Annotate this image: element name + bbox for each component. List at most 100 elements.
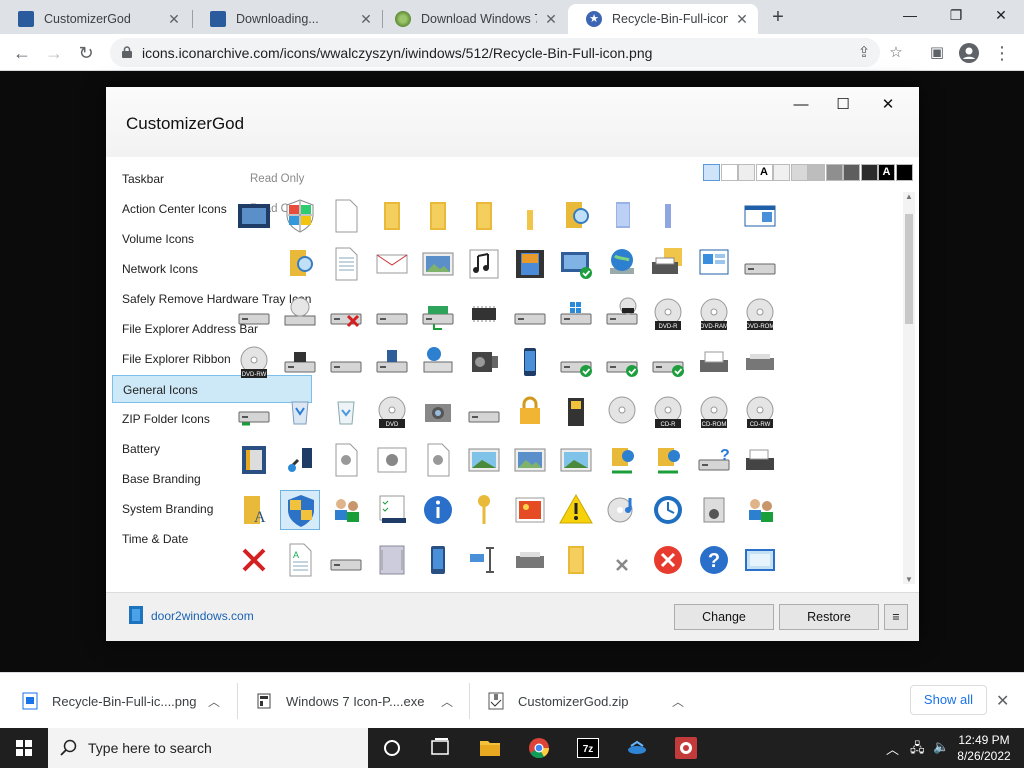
- close-tab-icon[interactable]: ✕: [166, 11, 182, 28]
- printer-folder-icon[interactable]: [648, 244, 688, 284]
- bookmark-star-icon[interactable]: ☆: [886, 43, 906, 63]
- clock-icon[interactable]: [648, 490, 688, 530]
- help-circle-icon[interactable]: ?: [694, 540, 734, 580]
- error-circle-icon[interactable]: [648, 540, 688, 580]
- memory-card-icon[interactable]: [556, 392, 596, 432]
- search-folder-icon[interactable]: [280, 244, 320, 284]
- background-swatch[interactable]: [773, 164, 790, 181]
- minimize-window-icon[interactable]: —: [887, 0, 933, 30]
- floppy-drive-icon[interactable]: [280, 342, 320, 382]
- cd-icon[interactable]: [602, 392, 642, 432]
- control-panel-icon[interactable]: [694, 244, 734, 284]
- close-small-icon[interactable]: [602, 540, 642, 580]
- cursor-tool-icon[interactable]: [464, 540, 504, 580]
- background-swatch[interactable]: [860, 164, 878, 181]
- scrollbar-thumb[interactable]: [905, 214, 913, 324]
- dvd-drive-icon[interactable]: [602, 294, 642, 334]
- tab-recycle-bin-icon[interactable]: ★ Recycle-Bin-Full-icon.p ✕: [568, 4, 758, 34]
- settings-page-icon[interactable]: [326, 440, 366, 480]
- chevron-up-icon[interactable]: ︿: [441, 693, 453, 710]
- drive-check-icon[interactable]: [602, 342, 642, 382]
- picture-icon[interactable]: [418, 244, 458, 284]
- app-fish-icon[interactable]: [613, 728, 661, 768]
- chevron-up-icon[interactable]: ︿: [672, 693, 684, 710]
- tab-download-windows-7[interactable]: Download Windows 7 ✕: [377, 4, 567, 34]
- text-document-icon[interactable]: [326, 244, 366, 284]
- app-maximize-icon[interactable]: ☐: [828, 93, 858, 117]
- music-cd-icon[interactable]: [602, 490, 642, 530]
- users-icon[interactable]: [740, 490, 780, 530]
- windows-start-icon[interactable]: [0, 728, 48, 768]
- settings-page-icon[interactable]: [418, 440, 458, 480]
- error-x-icon[interactable]: [234, 540, 274, 580]
- book-icon[interactable]: [234, 440, 274, 480]
- photo-icon[interactable]: [510, 490, 550, 530]
- dvd-rw-icon[interactable]: DVD-RW: [234, 342, 274, 382]
- 7zip-icon[interactable]: 7z: [564, 728, 612, 768]
- close-tab-icon[interactable]: ✕: [734, 11, 750, 28]
- camera-icon[interactable]: [418, 392, 458, 432]
- network-folder-icon[interactable]: [602, 196, 642, 236]
- chrome-icon[interactable]: [515, 728, 563, 768]
- omnibox[interactable]: icons.iconarchive.com/icons/wwalczyszyn/…: [110, 38, 903, 67]
- profile-avatar-icon[interactable]: [955, 39, 983, 67]
- warning-icon[interactable]: [556, 490, 596, 530]
- recycle-bin-full-icon[interactable]: [280, 392, 320, 432]
- dvd-disc-icon[interactable]: DVD: [372, 392, 412, 432]
- network-icon[interactable]: 🖧: [910, 739, 925, 761]
- checklist-icon[interactable]: [372, 490, 412, 530]
- drive-icon[interactable]: [740, 244, 780, 284]
- search-folder-icon[interactable]: [556, 196, 596, 236]
- speaker-icon[interactable]: [694, 490, 734, 530]
- user-network-icon[interactable]: [648, 440, 688, 480]
- download-item[interactable]: CustomizerGod.zip ︿: [488, 673, 693, 729]
- blank-document-icon[interactable]: [326, 196, 366, 236]
- recycle-bin-empty-icon[interactable]: [326, 392, 366, 432]
- drive-icon[interactable]: [464, 392, 504, 432]
- folder-icon[interactable]: [372, 196, 412, 236]
- background-swatch[interactable]: [790, 164, 808, 181]
- envelope-icon[interactable]: [372, 244, 412, 284]
- url-text[interactable]: icons.iconarchive.com/icons/wwalczyszyn/…: [142, 45, 652, 61]
- cortana-icon[interactable]: [368, 728, 416, 768]
- display-icon[interactable]: [740, 540, 780, 580]
- close-window-icon[interactable]: ✕: [978, 0, 1024, 30]
- cd-rom-icon[interactable]: CD-ROM: [694, 392, 734, 432]
- background-swatch[interactable]: [703, 164, 720, 181]
- computer-window-icon[interactable]: [234, 196, 274, 236]
- properties-window-icon[interactable]: [740, 196, 780, 236]
- music-notes-icon[interactable]: [464, 244, 504, 284]
- drive-icon[interactable]: [326, 342, 366, 382]
- menu-button[interactable]: ≡: [884, 604, 908, 630]
- file-explorer-icon[interactable]: [466, 728, 514, 768]
- optical-drive-icon[interactable]: [280, 294, 320, 334]
- background-swatch[interactable]: [720, 164, 738, 181]
- drive-check-icon[interactable]: [556, 342, 596, 382]
- close-shelf-icon[interactable]: ✕: [996, 691, 1009, 711]
- font-folder-icon[interactable]: A: [234, 490, 274, 530]
- chevron-up-icon[interactable]: ︿: [208, 693, 220, 710]
- film-strip-icon[interactable]: [510, 244, 550, 284]
- printer-icon[interactable]: [694, 342, 734, 382]
- dvd-r-icon[interactable]: DVD-R: [648, 294, 688, 334]
- user-network-icon[interactable]: [602, 440, 642, 480]
- background-swatch[interactable]: [895, 164, 913, 181]
- door2windows-link[interactable]: door2windows.com: [151, 609, 254, 623]
- info-icon[interactable]: [418, 490, 458, 530]
- drive-check-icon[interactable]: [648, 342, 688, 382]
- scanner-icon[interactable]: [740, 342, 780, 382]
- windows-shield-icon[interactable]: [280, 196, 320, 236]
- computer-check-icon[interactable]: [556, 244, 596, 284]
- restore-button[interactable]: Restore: [779, 604, 879, 630]
- share-icon[interactable]: ⇪: [854, 43, 874, 63]
- camcorder-icon[interactable]: [464, 342, 504, 382]
- background-swatch[interactable]: A: [878, 164, 895, 181]
- volume-icon[interactable]: 🔈: [933, 739, 949, 755]
- folder-icon[interactable]: [556, 540, 596, 580]
- close-tab-icon[interactable]: ✕: [358, 11, 374, 28]
- dvd-rom-icon[interactable]: DVD-ROM: [740, 294, 780, 334]
- drive-icon[interactable]: [326, 540, 366, 580]
- uac-shield-icon[interactable]: [280, 490, 320, 530]
- task-view-icon[interactable]: [416, 728, 464, 768]
- background-swatch[interactable]: A: [755, 164, 773, 181]
